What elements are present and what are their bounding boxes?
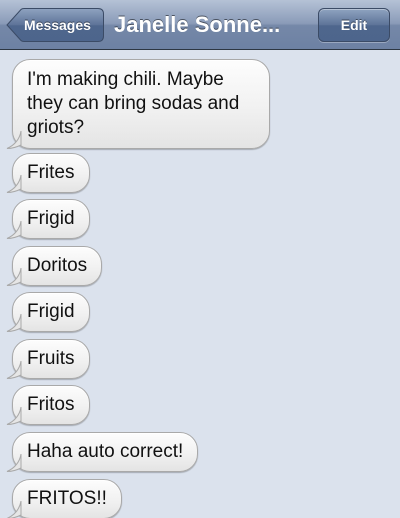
navigation-bar: Messages Janelle Sonne... Edit <box>0 0 400 50</box>
bubble-tail-icon <box>6 175 22 193</box>
message-list[interactable]: I'm making chili. Maybe they can bring s… <box>0 50 400 518</box>
back-to-messages-button[interactable]: Messages <box>6 8 104 42</box>
bubble-tail-icon <box>6 131 22 149</box>
message-bubble[interactable]: Frigid <box>6 199 90 239</box>
message-text: Frigid <box>27 301 75 322</box>
conversation-title: Janelle Sonne... <box>114 12 281 37</box>
bubble-tail-icon <box>6 268 22 286</box>
message-text: Fritos <box>27 394 75 415</box>
bubble-tail-icon <box>6 361 22 379</box>
message-bubble[interactable]: Frigid <box>6 292 90 332</box>
message-text: Frites <box>27 162 75 183</box>
message-text: I'm making chili. Maybe they can bring s… <box>27 69 240 138</box>
message-bubble[interactable]: Frites <box>6 153 90 193</box>
message-bubble[interactable]: FRITOS!! <box>6 479 122 518</box>
bubble-tail-icon <box>6 314 22 332</box>
bubble-tail-icon <box>6 454 22 472</box>
bubble-tail-icon <box>6 221 22 239</box>
message-text: Fruits <box>27 348 75 369</box>
message-bubble[interactable]: Fritos <box>6 385 90 425</box>
message-bubble[interactable]: Haha auto correct! <box>6 432 199 472</box>
message-text: Frigid <box>27 208 75 229</box>
edit-button[interactable]: Edit <box>318 8 390 42</box>
bubble-tail-icon <box>6 407 22 425</box>
message-bubble[interactable]: I'm making chili. Maybe they can bring s… <box>6 59 270 149</box>
bubble-tail-icon <box>6 501 22 518</box>
back-button-label: Messages <box>24 17 91 33</box>
message-text: FRITOS!! <box>27 488 107 509</box>
message-text: Doritos <box>27 255 88 276</box>
message-text: Haha auto correct! <box>27 441 184 462</box>
message-bubble[interactable]: Doritos <box>6 246 103 286</box>
message-bubble[interactable]: Fruits <box>6 339 90 379</box>
